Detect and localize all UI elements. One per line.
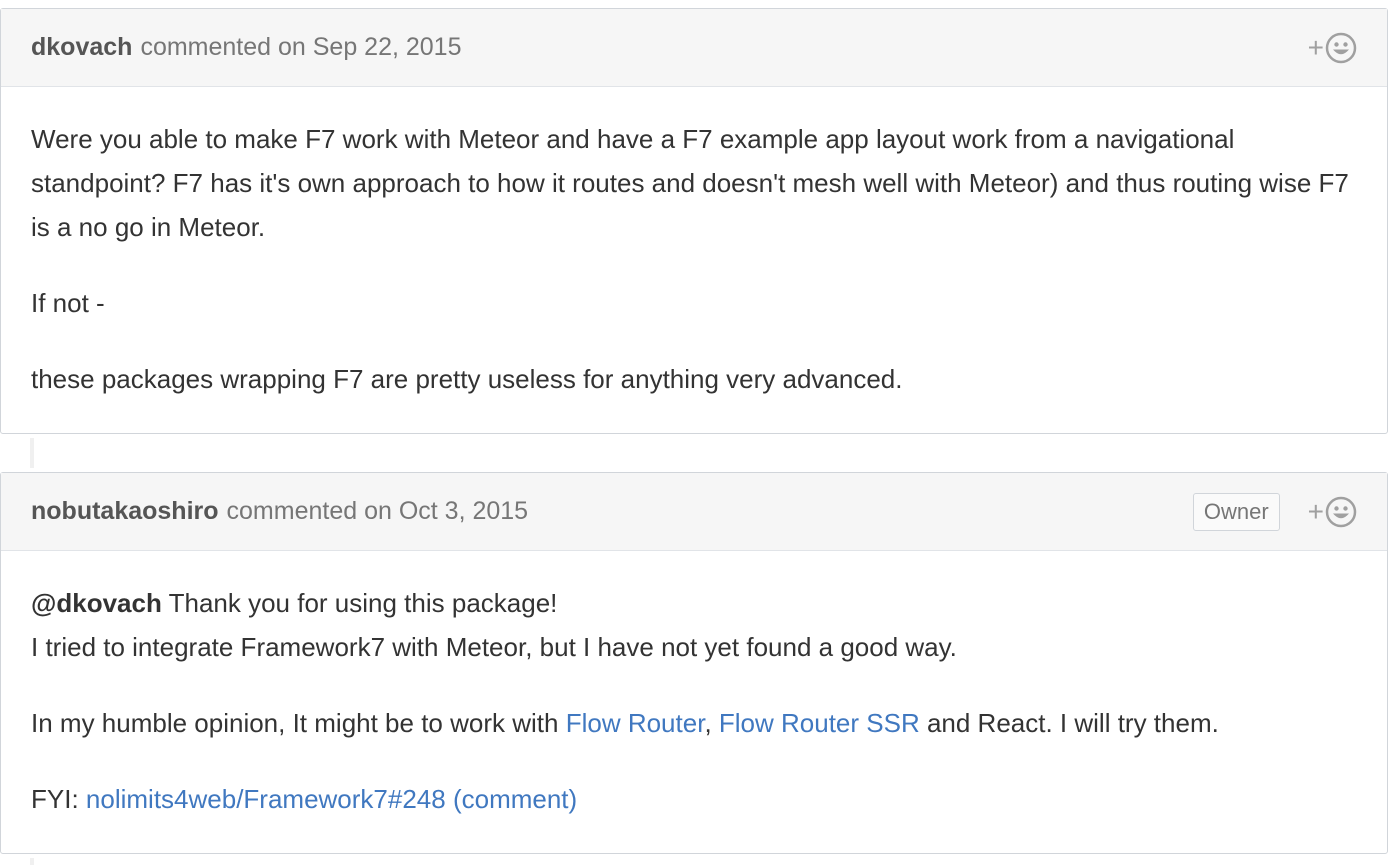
comment-dkovach: dkovach commented on Sep 22, 2015 + Were…	[0, 8, 1388, 434]
comment-author[interactable]: nobutakaoshiro	[31, 497, 219, 526]
framework7-issue-link[interactable]: nolimits4web/Framework7#248 (comment)	[86, 784, 577, 814]
comment-text: In my humble opinion, It might be to wor…	[31, 708, 566, 738]
comment-paragraph: Were you able to make F7 work with Meteo…	[31, 124, 1349, 242]
comment-text: and React. I will try them.	[919, 708, 1219, 738]
comment-text: ,	[704, 708, 719, 738]
comment-text: Thank you for using this package!	[161, 588, 558, 618]
comment-nobutakaoshiro: nobutakaoshiro commented on Oct 3, 2015 …	[0, 472, 1388, 854]
comment-paragraph: In my humble opinion, It might be to wor…	[31, 701, 1357, 745]
owner-badge: Owner	[1192, 492, 1280, 531]
comment-header: nobutakaoshiro commented on Oct 3, 2015 …	[1, 473, 1387, 551]
comment-header: dkovach commented on Sep 22, 2015 +	[1, 9, 1387, 87]
timeline-connector	[30, 438, 34, 468]
flow-router-link[interactable]: Flow Router	[566, 708, 705, 738]
smiley-icon	[1325, 496, 1357, 527]
comment-paragraph: these packages wrapping F7 are pretty us…	[31, 364, 903, 394]
plus-sign: +	[1307, 31, 1324, 63]
user-mention-link[interactable]: @dkovach	[31, 588, 162, 618]
add-reaction-button[interactable]: +	[1308, 496, 1357, 528]
comment-meta[interactable]: commented on Sep 22, 2015	[140, 33, 461, 62]
comment-paragraph: FYI: nolimits4web/Framework7#248 (commen…	[31, 777, 1357, 821]
header-actions: +	[1308, 9, 1357, 86]
comment-body: @dkovach Thank you for using this packag…	[1, 581, 1387, 821]
comment-paragraph: If not -	[31, 288, 105, 318]
flow-router-ssr-link[interactable]: Flow Router SSR	[719, 708, 920, 738]
comment-text: I tried to integrate Framework7 with Met…	[31, 632, 957, 662]
smiley-icon	[1325, 32, 1357, 63]
timeline-connector	[30, 858, 34, 865]
comment-body: Were you able to make F7 work with Meteo…	[1, 117, 1387, 401]
comment-meta[interactable]: commented on Oct 3, 2015	[227, 497, 529, 526]
comment-paragraph: @dkovach Thank you for using this packag…	[31, 581, 1357, 669]
plus-sign: +	[1307, 495, 1324, 527]
fyi-label: FYI:	[31, 784, 86, 814]
add-reaction-button[interactable]: +	[1308, 32, 1357, 64]
comment-author[interactable]: dkovach	[31, 33, 132, 62]
header-actions: Owner +	[1192, 473, 1357, 550]
